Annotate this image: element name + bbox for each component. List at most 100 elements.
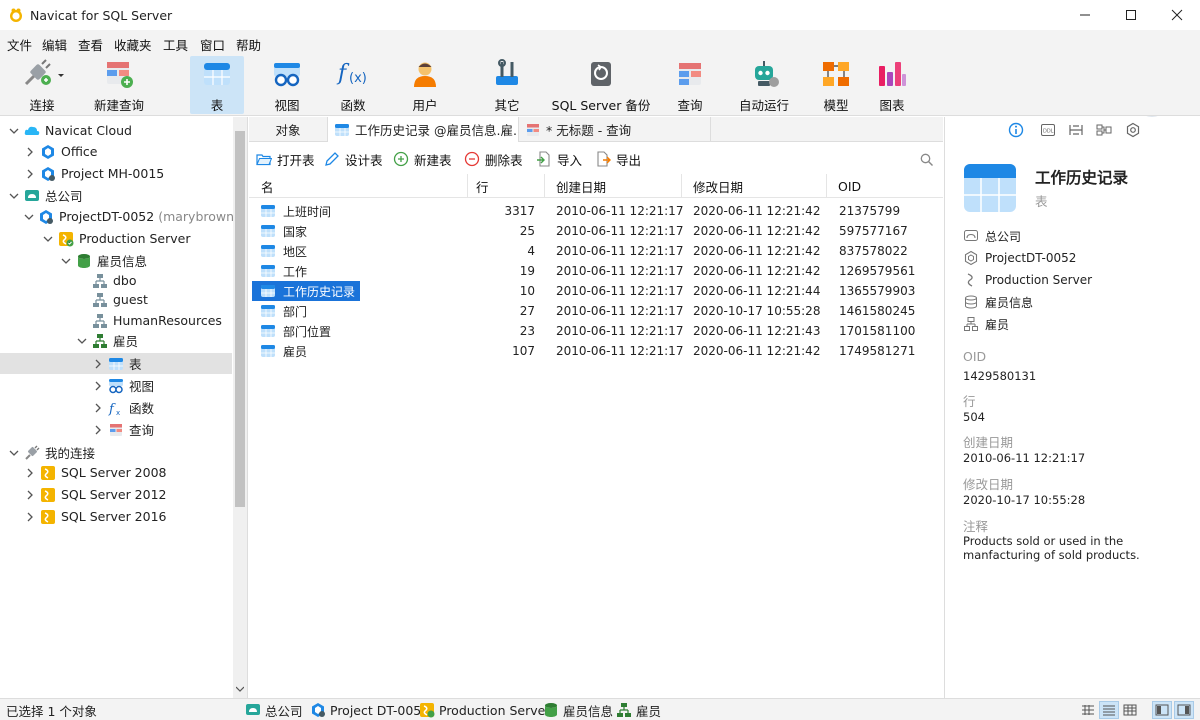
chevron-right-icon[interactable] <box>24 489 36 501</box>
other-button[interactable]: 其它 <box>482 56 532 114</box>
menu-edit[interactable]: 编辑 <box>42 35 67 54</box>
view-er-button[interactable] <box>1120 701 1140 719</box>
cell-name[interactable]: 地区 <box>252 241 312 261</box>
chevron-down-icon[interactable] <box>24 211 34 223</box>
chevron-down-icon[interactable] <box>60 255 72 267</box>
function-button[interactable]: f (x) 函数 <box>328 56 378 114</box>
table-row[interactable]: 国家 25 2010-06-11 12:21:17 2020-06-11 12:21:… <box>249 221 943 241</box>
tree-scrollbar-thumb[interactable] <box>235 131 245 507</box>
new-table-button[interactable]: 新建表 <box>393 149 452 169</box>
chevron-down-icon[interactable] <box>8 447 20 459</box>
connect-button[interactable]: 连接 <box>12 56 72 114</box>
close-button[interactable] <box>1154 0 1200 30</box>
chevron-right-icon[interactable] <box>92 380 104 392</box>
open-table-button[interactable]: 打开表 <box>256 149 315 169</box>
menu-tools[interactable]: 工具 <box>163 35 188 54</box>
model-button[interactable]: 模型 <box>816 56 856 114</box>
maximize-button[interactable] <box>1108 0 1154 30</box>
minimize-button[interactable] <box>1062 0 1108 30</box>
table-row[interactable]: 工作历史记录 10 2010-06-11 12:21:17 2020-06-11 12… <box>249 281 943 301</box>
menu-view[interactable]: 查看 <box>78 35 103 54</box>
tree-item-dbo[interactable]: dbo <box>0 270 232 291</box>
column-header-oid[interactable]: OID <box>827 174 943 198</box>
tab-work-history[interactable]: 工作历史记录 @雇员信息.雇... <box>327 117 519 142</box>
chevron-right-icon[interactable] <box>24 511 36 523</box>
info-tab-usage[interactable] <box>1067 121 1085 139</box>
column-header-rows[interactable]: 行 <box>468 174 545 198</box>
new-query-button[interactable]: 新建查询 <box>88 56 150 114</box>
cell-name[interactable]: 雇员 <box>252 341 312 361</box>
tree-item-human-resources[interactable]: HumanResources <box>0 310 232 331</box>
table-row[interactable]: 地区 4 2010-06-11 12:21:17 2020-06-11 12:21:4… <box>249 241 943 261</box>
tree-item-employee-schema[interactable]: 雇员 <box>0 330 232 351</box>
table-row[interactable]: 部门位置 23 2010-06-11 12:21:17 2020-06-11 12:2… <box>249 321 943 341</box>
status-crumb-server[interactable]: Production Server <box>419 701 550 719</box>
cell-name[interactable]: 上班时间 <box>252 201 336 221</box>
chevron-right-icon[interactable] <box>92 402 104 414</box>
toggle-right-panel-button[interactable] <box>1174 701 1194 719</box>
chevron-down-icon[interactable] <box>8 190 20 202</box>
chevron-down-icon[interactable] <box>42 233 54 245</box>
table-row[interactable]: 工作 19 2010-06-11 12:21:17 2020-06-11 12:21:… <box>249 261 943 281</box>
info-tab-relations[interactable] <box>1095 121 1113 139</box>
chevron-down-icon[interactable] <box>8 125 20 137</box>
tree-item-guest[interactable]: guest <box>0 289 232 310</box>
menu-help[interactable]: 帮助 <box>236 35 261 54</box>
chevron-right-icon[interactable] <box>24 146 36 158</box>
view-list-button[interactable] <box>1078 701 1098 719</box>
info-tab-general[interactable] <box>1007 121 1025 139</box>
import-button[interactable]: 导入 <box>536 149 582 169</box>
delete-table-button[interactable]: 删除表 <box>464 149 523 169</box>
scroll-down-icon[interactable] <box>236 685 244 693</box>
menu-favorites[interactable]: 收藏夹 <box>114 35 152 54</box>
tree-item-sql2016[interactable]: SQL Server 2016 <box>0 506 232 527</box>
design-table-button[interactable]: 设计表 <box>324 149 383 169</box>
chevron-down-icon[interactable] <box>76 335 88 347</box>
tree-item-my-connections[interactable]: 我的连接 <box>0 442 232 463</box>
menu-window[interactable]: 窗口 <box>200 35 225 54</box>
status-crumb-schema[interactable]: 雇员 <box>616 701 661 719</box>
chart-button[interactable]: 图表 <box>870 56 914 114</box>
tree-item-project-mh[interactable]: Project MH-0015 <box>0 163 232 184</box>
tree-item-production-server[interactable]: Production Server <box>0 228 232 249</box>
status-crumb-project[interactable]: Project DT-0052 <box>310 701 429 719</box>
cell-name[interactable]: 国家 <box>252 221 312 241</box>
tree-scrollbar[interactable] <box>233 117 247 698</box>
menu-file[interactable]: 文件 <box>7 35 32 54</box>
cell-name[interactable]: 部门位置 <box>252 321 336 341</box>
chevron-right-icon[interactable] <box>24 168 36 180</box>
user-button[interactable]: 用户 <box>400 56 450 114</box>
table-button[interactable]: 表 <box>190 56 244 114</box>
table-row[interactable]: 上班时间 3317 2010-06-11 12:21:17 2020-06-11 12… <box>249 201 943 221</box>
info-tab-ddl[interactable]: DDL <box>1039 121 1057 139</box>
cell-name[interactable]: 工作 <box>252 261 312 281</box>
chevron-right-icon[interactable] <box>92 424 104 436</box>
table-row[interactable]: 部门 27 2010-06-11 12:21:17 2020-10-17 10:55:… <box>249 301 943 321</box>
tree-item-sql2012[interactable]: SQL Server 2012 <box>0 484 232 505</box>
search-icon[interactable] <box>920 153 934 167</box>
toggle-left-panel-button[interactable] <box>1152 701 1172 719</box>
tree-item-office[interactable]: Office <box>0 141 232 162</box>
column-header-modified[interactable]: 修改日期 <box>682 174 827 198</box>
info-tab-settings[interactable] <box>1124 121 1142 139</box>
column-header-created[interactable]: 创建日期 <box>545 174 682 198</box>
cell-name[interactable]: 工作历史记录 <box>252 281 361 301</box>
tab-objects[interactable]: 对象 <box>249 117 327 142</box>
automation-button[interactable]: 自动运行 <box>734 56 794 114</box>
tree-item-functions[interactable]: fx 函数 <box>0 397 232 418</box>
tree-item-navicat-cloud[interactable]: Navicat Cloud <box>0 120 232 141</box>
cell-name[interactable]: 部门 <box>252 301 312 321</box>
tree-item-company[interactable]: 总公司 <box>0 185 232 206</box>
backup-button[interactable]: SQL Server 备份 <box>552 56 650 114</box>
column-header-name[interactable]: 名 <box>253 174 468 198</box>
chevron-right-icon[interactable] <box>24 467 36 479</box>
chevron-right-icon[interactable] <box>92 358 104 370</box>
tab-untitled-query[interactable]: * 无标题 - 查询 <box>519 117 711 142</box>
tree-item-project-dt[interactable]: ProjectDT-0052 (marybrown@ <box>0 206 247 227</box>
query-button[interactable]: 查询 <box>668 56 712 114</box>
tree-item-tables[interactable]: 表 <box>0 353 232 374</box>
export-button[interactable]: 导出 <box>595 149 641 169</box>
view-button[interactable]: 视图 <box>262 56 312 114</box>
tree-item-views[interactable]: 视图 <box>0 375 232 396</box>
tree-item-employee-info[interactable]: 雇员信息 <box>0 250 232 271</box>
